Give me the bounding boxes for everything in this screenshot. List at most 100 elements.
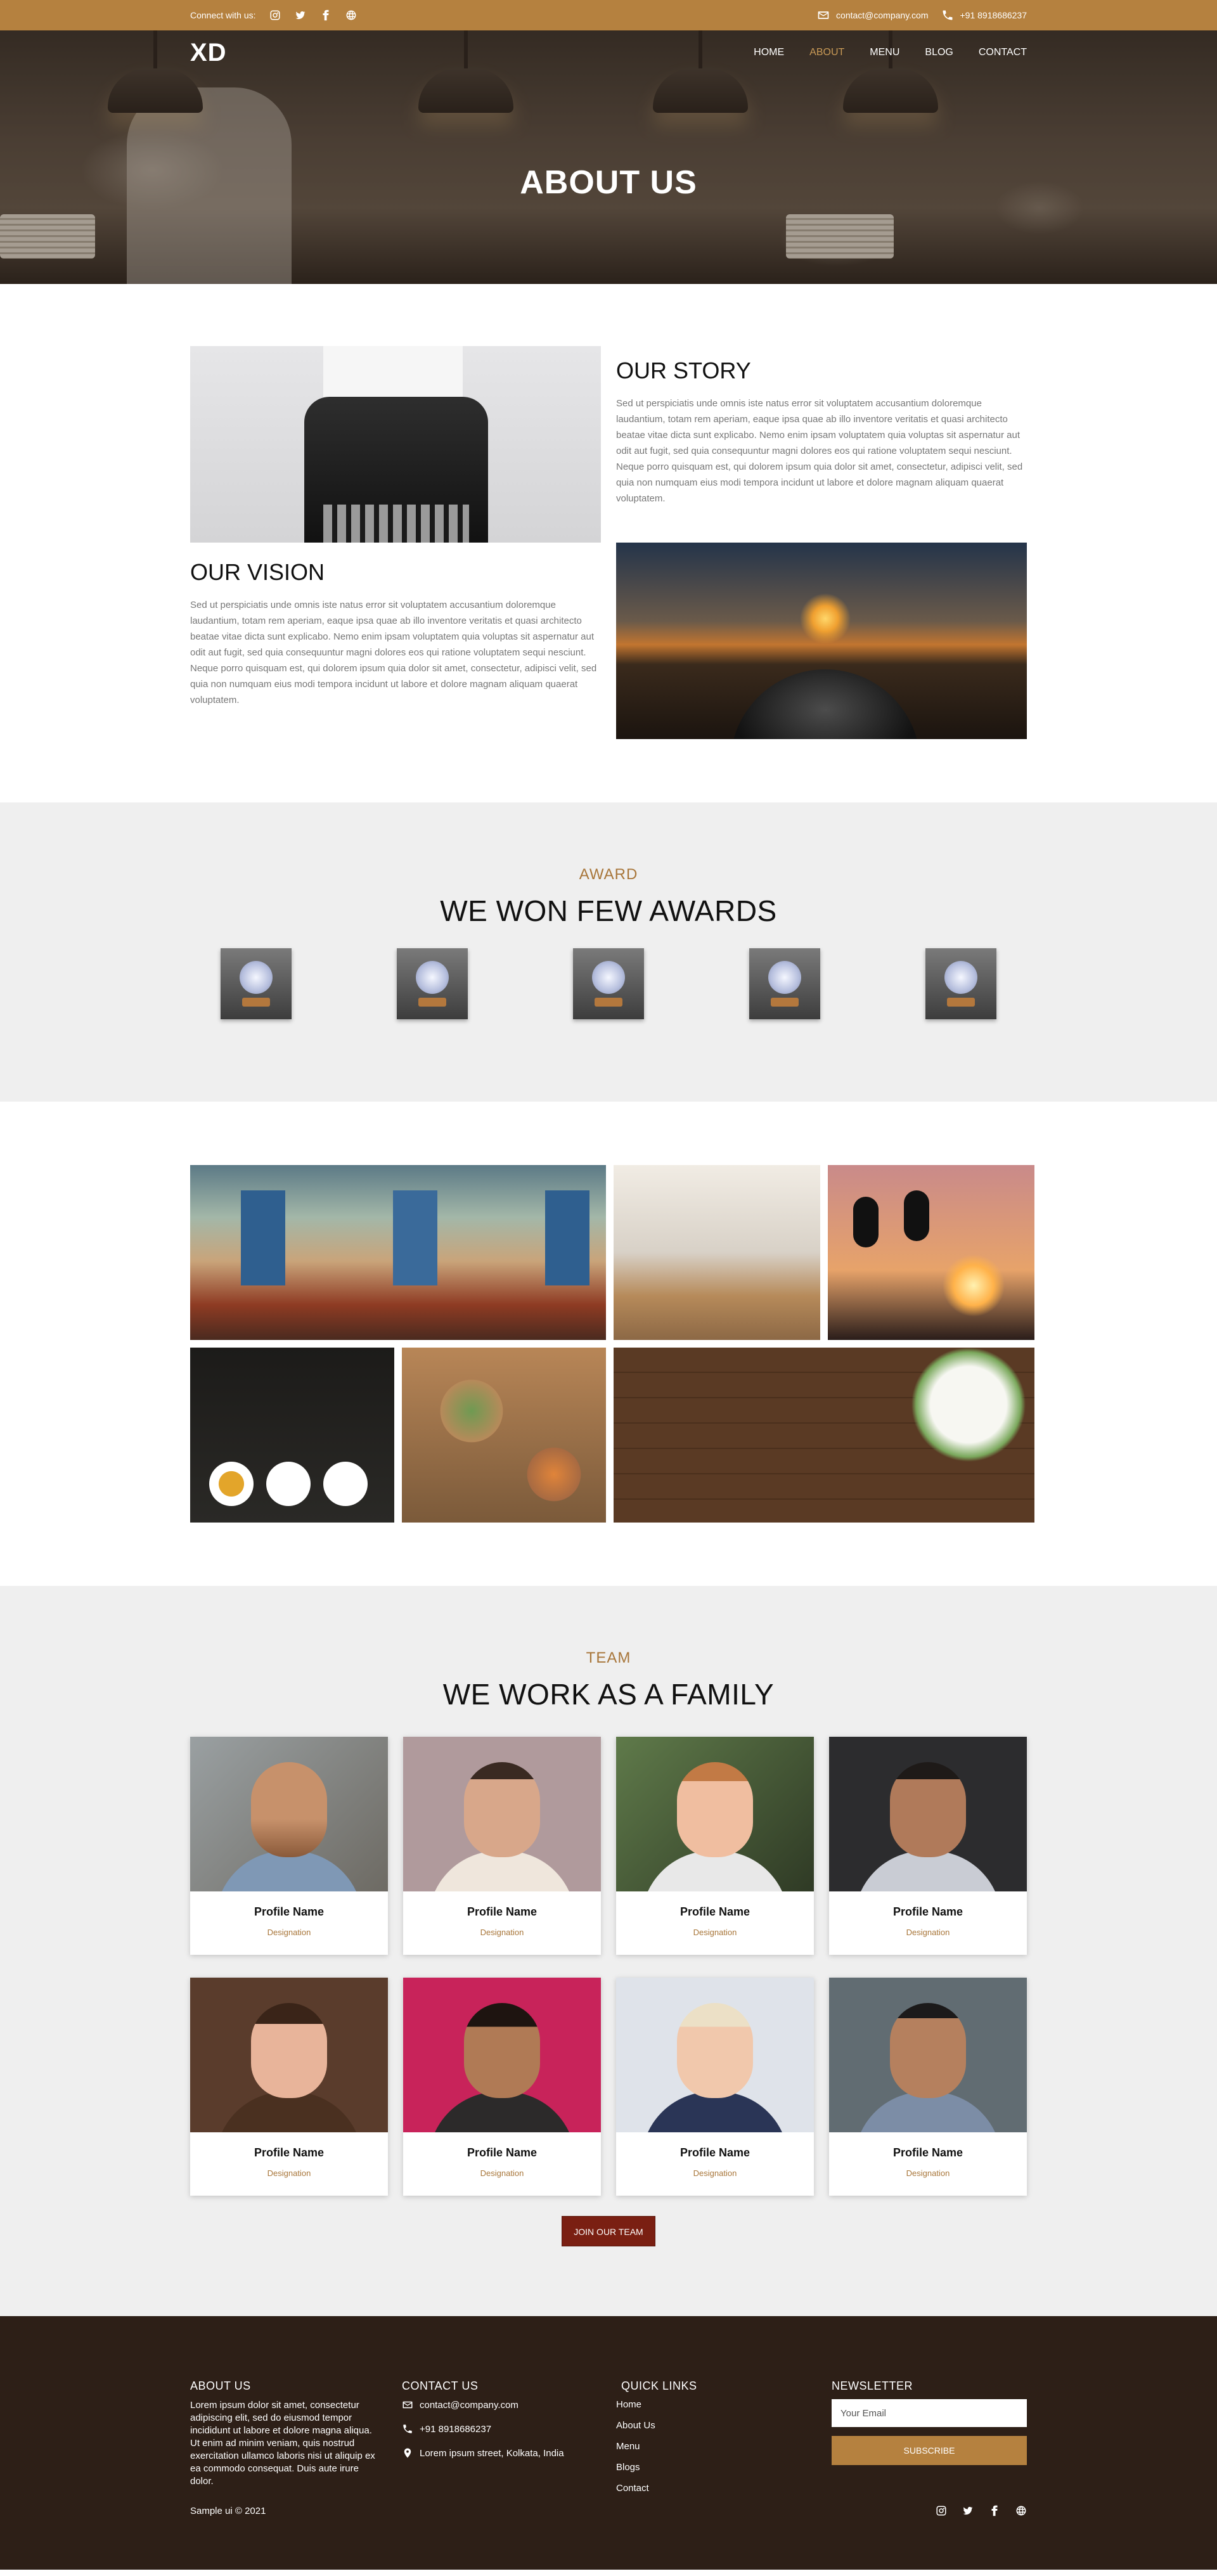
gallery-image-dishes-table[interactable] <box>402 1348 606 1523</box>
hero-plates <box>786 214 894 259</box>
connect-label: Connect with us: <box>190 10 256 20</box>
footer-address-text: Lorem ipsum street, Kolkata, India <box>420 2447 564 2459</box>
hero-lamp <box>843 30 938 113</box>
footer-social <box>936 2505 1027 2516</box>
phone-icon <box>943 10 952 20</box>
profile-name: Profile Name <box>679 1905 750 1918</box>
twitter-icon[interactable] <box>294 9 307 22</box>
topbar-phone-text: +91 8918686237 <box>960 10 1027 20</box>
facebook-icon[interactable] <box>319 9 332 22</box>
phone-icon <box>403 2425 412 2433</box>
sunset-binocular-image <box>616 543 1027 739</box>
profile-designation: Designation <box>693 1928 737 1937</box>
profile-name: Profile Name <box>467 2146 538 2159</box>
award-medal-icon <box>240 961 273 994</box>
quick-link-home[interactable]: Home <box>616 2399 832 2410</box>
typewriter-image <box>190 346 601 543</box>
award-badge <box>221 948 292 1019</box>
profile-designation: Designation <box>906 2168 950 2178</box>
profile-name: Profile Name <box>892 1905 963 1918</box>
avatar <box>190 1737 388 1891</box>
footer-email[interactable]: contact@company.com <box>402 2399 621 2411</box>
team-card[interactable]: Profile Name Designation <box>616 1978 814 2196</box>
hero-lamp <box>108 30 203 113</box>
profile-designation: Designation <box>906 1928 950 1937</box>
nav-contact[interactable]: CONTACT <box>979 47 1027 58</box>
footer-about-text: Lorem ipsum dolor sit amet, consectetur … <box>190 2400 375 2487</box>
avatar <box>829 1737 1027 1891</box>
quick-link-contact[interactable]: Contact <box>616 2483 832 2494</box>
team-title: WE WORK AS A FAMILY <box>442 1678 775 1711</box>
team-card[interactable]: Profile Name Designation <box>403 1978 601 2196</box>
hero-banner: XD HOME ABOUT MENU BLOG CONTACT ABOUT US <box>0 30 1217 284</box>
instagram-icon[interactable] <box>269 9 281 22</box>
footer-quick-title: QUICK LINKS <box>621 2380 697 2392</box>
quick-link-about[interactable]: About Us <box>616 2420 832 2431</box>
footer-email-text: contact@company.com <box>420 2399 518 2411</box>
profile-name: Profile Name <box>467 1905 538 1918</box>
logo[interactable]: XD <box>190 39 227 67</box>
location-pin-icon <box>404 2448 411 2458</box>
awards-kicker: AWARD <box>579 866 638 883</box>
facebook-icon[interactable] <box>989 2505 1000 2516</box>
award-badge <box>397 948 468 1019</box>
mail-icon <box>402 2401 413 2409</box>
team-kicker: TEAM <box>586 1649 631 1666</box>
team-card[interactable]: Profile Name Designation <box>190 1737 388 1955</box>
our-vision: OUR VISION Sed ut perspiciatis unde omni… <box>190 543 601 739</box>
page-title: ABOUT US <box>520 164 697 201</box>
gallery-image-cafe-front[interactable] <box>190 1165 606 1340</box>
team-card[interactable]: Profile Name Designation <box>403 1737 601 1955</box>
nav-menu-link[interactable]: MENU <box>870 47 899 58</box>
instagram-icon[interactable] <box>936 2505 947 2516</box>
join-team-button[interactable]: JOIN OUR TEAM <box>562 2216 655 2246</box>
gallery-image-salad-board[interactable] <box>614 1348 1034 1523</box>
profile-name: Profile Name <box>679 2146 750 2159</box>
twitter-icon[interactable] <box>962 2505 974 2516</box>
team-card[interactable]: Profile Name Designation <box>829 1978 1027 2196</box>
profile-name: Profile Name <box>254 1905 325 1918</box>
award-medal-icon <box>592 961 625 994</box>
award-medal-icon <box>944 961 977 994</box>
team-section: TEAM WE WORK AS A FAMILY Profile Name De… <box>0 1586 1217 2316</box>
team-card[interactable]: Profile Name Designation <box>616 1737 814 1955</box>
footer-phone[interactable]: +91 8918686237 <box>402 2423 621 2435</box>
quick-link-menu[interactable]: Menu <box>616 2441 832 2452</box>
award-list <box>221 948 996 1019</box>
nav-about[interactable]: ABOUT <box>809 47 844 58</box>
gallery-image-kitchen[interactable] <box>614 1165 820 1340</box>
newsletter-email-input[interactable] <box>832 2399 1027 2427</box>
nav-blog[interactable]: BLOG <box>925 47 953 58</box>
avatar <box>403 1978 601 2132</box>
award-badge <box>749 948 820 1019</box>
profile-designation: Designation <box>480 1928 524 1937</box>
gallery-grid <box>190 1165 1034 1523</box>
award-badge <box>573 948 644 1019</box>
globe-icon[interactable] <box>345 9 357 22</box>
gallery-image-sunset-jump[interactable] <box>828 1165 1034 1340</box>
profile-designation: Designation <box>693 2168 737 2178</box>
footer: ABOUT US Lorem ipsum dolor sit amet, con… <box>0 2316 1217 2570</box>
our-story: OUR STORY Sed ut perspiciatis unde omnis… <box>616 346 1027 543</box>
topbar-email[interactable]: contact@company.com <box>817 9 929 22</box>
award-medal-icon <box>416 961 449 994</box>
globe-icon[interactable] <box>1015 2505 1027 2516</box>
team-card[interactable]: Profile Name Designation <box>829 1737 1027 1955</box>
topbar-phone[interactable]: +91 8918686237 <box>941 9 1027 22</box>
awards-section: AWARD WE WON FEW AWARDS <box>0 802 1217 1102</box>
topbar-email-text: contact@company.com <box>836 10 929 20</box>
avatar <box>616 1978 814 2132</box>
gallery-image-spice-bowls[interactable] <box>190 1348 394 1523</box>
subscribe-button[interactable]: SUBSCRIBE <box>832 2436 1027 2465</box>
nav-menu: HOME ABOUT MENU BLOG CONTACT <box>754 47 1027 58</box>
team-card[interactable]: Profile Name Designation <box>190 1978 388 2196</box>
profile-name: Profile Name <box>254 2146 325 2159</box>
nav-home[interactable]: HOME <box>754 47 784 58</box>
topbar: Connect with us: contact@company.com +91… <box>0 0 1217 30</box>
story-text: Sed ut perspiciatis unde omnis iste natu… <box>616 398 1023 504</box>
copyright: Sample ui © 2021 <box>190 2505 266 2516</box>
footer-contact: CONTACT US contact@company.com +91 89186… <box>402 2380 621 2494</box>
story-title: OUR STORY <box>616 357 751 383</box>
avatar <box>190 1978 388 2132</box>
quick-link-blogs[interactable]: Blogs <box>616 2462 832 2473</box>
